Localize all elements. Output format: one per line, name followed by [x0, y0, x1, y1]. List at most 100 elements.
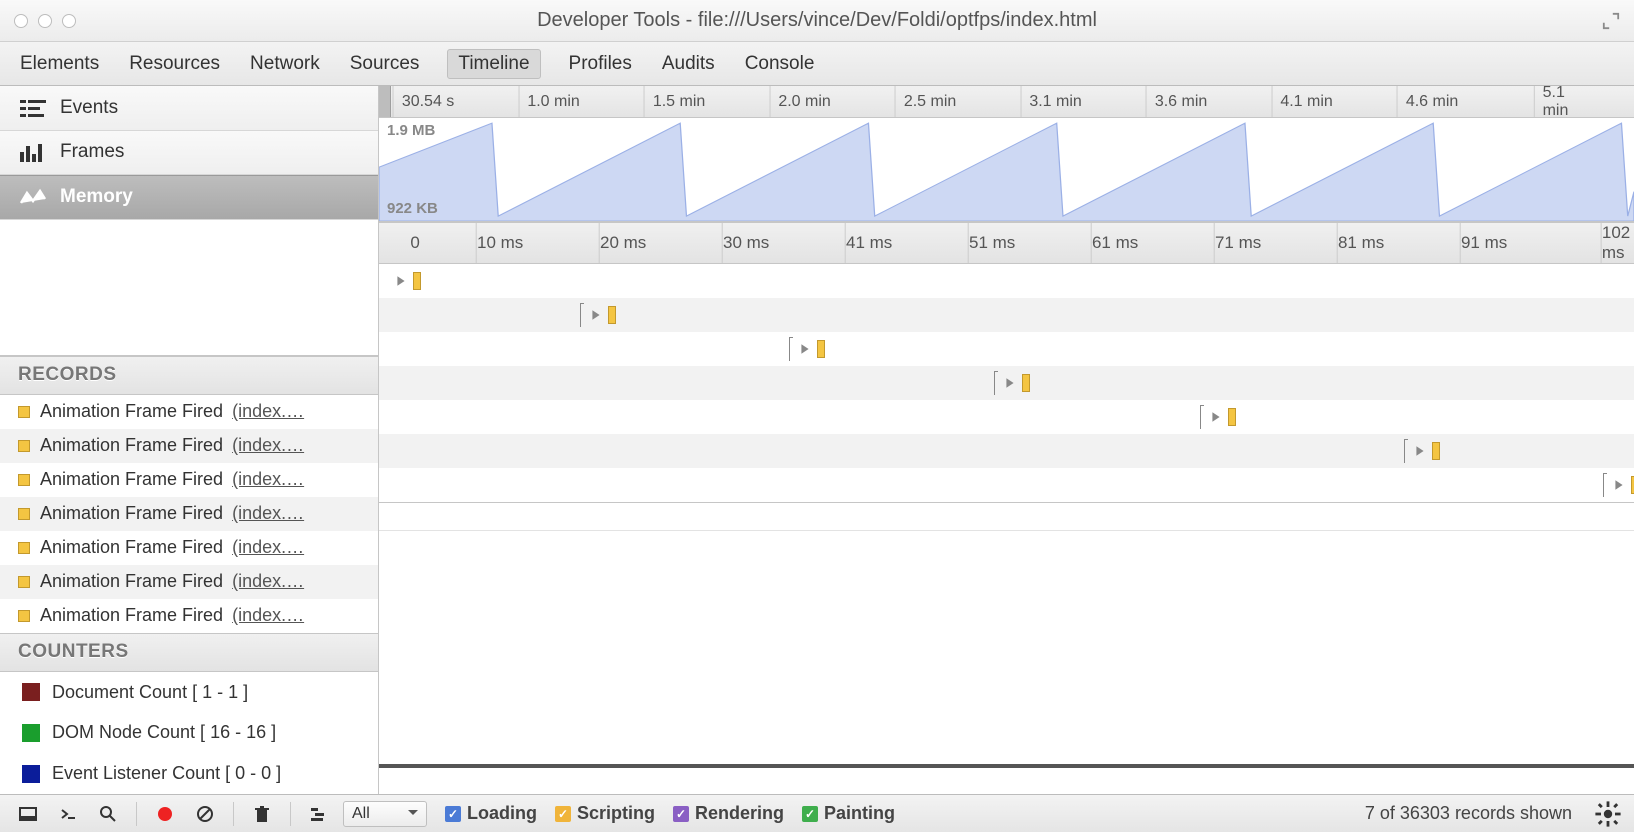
counter-document[interactable]: Document Count [ 1 - 1 ] — [0, 672, 378, 713]
tab-profiles[interactable]: Profiles — [567, 49, 634, 79]
check-icon: ✓ — [445, 806, 461, 822]
view-frames[interactable]: Frames — [0, 131, 378, 176]
timeline-event[interactable] — [1603, 473, 1634, 497]
overview-tick: 1.5 min — [644, 86, 705, 117]
tab-resources[interactable]: Resources — [127, 49, 222, 79]
counters-chart — [379, 502, 1634, 794]
record-source[interactable]: (index.… — [232, 469, 304, 489]
check-icon: ✓ — [673, 806, 689, 822]
swatch-icon — [22, 724, 40, 742]
record-row[interactable]: Animation Frame Fired (index.… — [0, 565, 378, 599]
record-source[interactable]: (index.… — [232, 605, 304, 625]
tab-audits[interactable]: Audits — [660, 49, 717, 79]
close-window-button[interactable] — [14, 14, 28, 28]
tab-elements[interactable]: Elements — [18, 49, 101, 79]
timeline-event[interactable] — [1404, 439, 1440, 463]
scripting-marker-icon — [18, 508, 30, 520]
tab-sources[interactable]: Sources — [348, 49, 422, 79]
main: Events Frames Memory RECORDS Animation F… — [0, 86, 1634, 794]
record-row[interactable]: Animation Frame Fired (index.… — [0, 429, 378, 463]
record-row[interactable]: Animation Frame Fired (index.… — [0, 531, 378, 565]
timeline-event[interactable] — [1200, 405, 1236, 429]
record-source[interactable]: (index.… — [232, 503, 304, 523]
record-row[interactable]: Animation Frame Fired (index.… — [0, 497, 378, 531]
scripting-bar — [1228, 408, 1236, 426]
glue-async-button[interactable] — [303, 801, 335, 827]
detail-tick: 30 ms — [722, 223, 769, 263]
filter-label: Loading — [467, 803, 537, 824]
timeline-event[interactable] — [580, 303, 616, 327]
tab-timeline[interactable]: Timeline — [447, 49, 540, 79]
record-row[interactable]: Animation Frame Fired (index.… — [0, 395, 378, 429]
filter-scripting[interactable]: ✓ Scripting — [555, 803, 655, 824]
dock-button[interactable] — [12, 801, 44, 827]
left-panel: Events Frames Memory RECORDS Animation F… — [0, 86, 378, 794]
check-icon: ✓ — [555, 806, 571, 822]
overview-tick: 3.6 min — [1146, 86, 1207, 117]
tab-network[interactable]: Network — [248, 49, 322, 79]
overview-ticks: 30.54 s1.0 min1.5 min2.0 min2.5 min3.1 m… — [379, 86, 1634, 117]
record-button[interactable] — [149, 801, 181, 827]
detail-tick: 51 ms — [968, 223, 1015, 263]
zoom-window-button[interactable] — [62, 14, 76, 28]
collect-garbage-button[interactable] — [246, 801, 278, 827]
overview-tick: 5.1 min — [1534, 86, 1584, 117]
chevron-right-icon — [395, 275, 407, 287]
overview-tick: 4.6 min — [1397, 86, 1458, 117]
timeline-event[interactable] — [395, 272, 421, 290]
bracket-icon — [994, 371, 998, 395]
memory-sawtooth-svg — [379, 118, 1634, 221]
counter-event-listeners[interactable]: Event Listener Count [ 0 - 0 ] — [0, 753, 378, 794]
scripting-marker-icon — [18, 576, 30, 588]
clear-button[interactable] — [189, 801, 221, 827]
frames-icon — [20, 142, 46, 162]
detail-ruler[interactable]: 010 ms20 ms30 ms41 ms51 ms61 ms71 ms81 m… — [379, 222, 1634, 264]
record-label: Animation Frame Fired — [40, 435, 223, 455]
timeline-event[interactable] — [789, 337, 825, 361]
record-source[interactable]: (index.… — [232, 537, 304, 557]
overview-tick: 4.1 min — [1271, 86, 1332, 117]
scripting-bar — [1432, 442, 1440, 460]
detail-tick: 81 ms — [1337, 223, 1384, 263]
minimize-window-button[interactable] — [38, 14, 52, 28]
record-source[interactable]: (index.… — [232, 401, 304, 421]
counter-label: Document Count [ 1 - 1 ] — [52, 682, 248, 703]
bracket-icon — [789, 337, 793, 361]
records-header: RECORDS — [0, 356, 378, 395]
console-drawer-button[interactable] — [52, 801, 84, 827]
view-memory[interactable]: Memory — [0, 175, 378, 220]
record-label: Animation Frame Fired — [40, 605, 223, 625]
view-events[interactable]: Events — [0, 86, 378, 131]
filter-label: Rendering — [695, 803, 784, 824]
timeline-event[interactable] — [994, 371, 1030, 395]
detail-tick: 10 ms — [476, 223, 523, 263]
filter-label: Scripting — [577, 803, 655, 824]
overview-tick: 1.0 min — [518, 86, 579, 117]
overview-ruler[interactable]: 30.54 s1.0 min1.5 min2.0 min2.5 min3.1 m… — [379, 86, 1634, 118]
tab-console[interactable]: Console — [743, 49, 817, 79]
events-icon — [20, 98, 46, 118]
counter-baseline — [379, 764, 1634, 768]
filter-select[interactable]: All — [343, 801, 427, 827]
chevron-right-icon — [799, 343, 811, 355]
lane — [379, 298, 1634, 332]
memory-overview-chart[interactable]: 1.9 MB 922 KB — [379, 118, 1634, 222]
counters-header: COUNTERS — [0, 633, 378, 672]
settings-button[interactable] — [1594, 801, 1622, 827]
record-source[interactable]: (index.… — [232, 435, 304, 455]
filter-rendering[interactable]: ✓ Rendering — [673, 803, 784, 824]
scripting-marker-icon — [18, 406, 30, 418]
search-button[interactable] — [92, 801, 124, 827]
record-source[interactable]: (index.… — [232, 571, 304, 591]
record-row[interactable]: Animation Frame Fired (index.… — [0, 463, 378, 497]
counter-dom-nodes[interactable]: DOM Node Count [ 16 - 16 ] — [0, 713, 378, 754]
detail-tick: 102 ms — [1601, 223, 1630, 263]
record-row[interactable]: Animation Frame Fired (index.… — [0, 599, 378, 633]
right-panel: 30.54 s1.0 min1.5 min2.0 min2.5 min3.1 m… — [378, 86, 1634, 794]
expand-icon[interactable] — [1602, 12, 1620, 30]
lane — [379, 366, 1634, 400]
counter-label: Event Listener Count [ 0 - 0 ] — [52, 763, 281, 784]
filter-painting[interactable]: ✓Painting — [802, 803, 895, 824]
filter-value: All — [352, 805, 370, 823]
filter-loading[interactable]: ✓ Loading — [445, 803, 537, 824]
